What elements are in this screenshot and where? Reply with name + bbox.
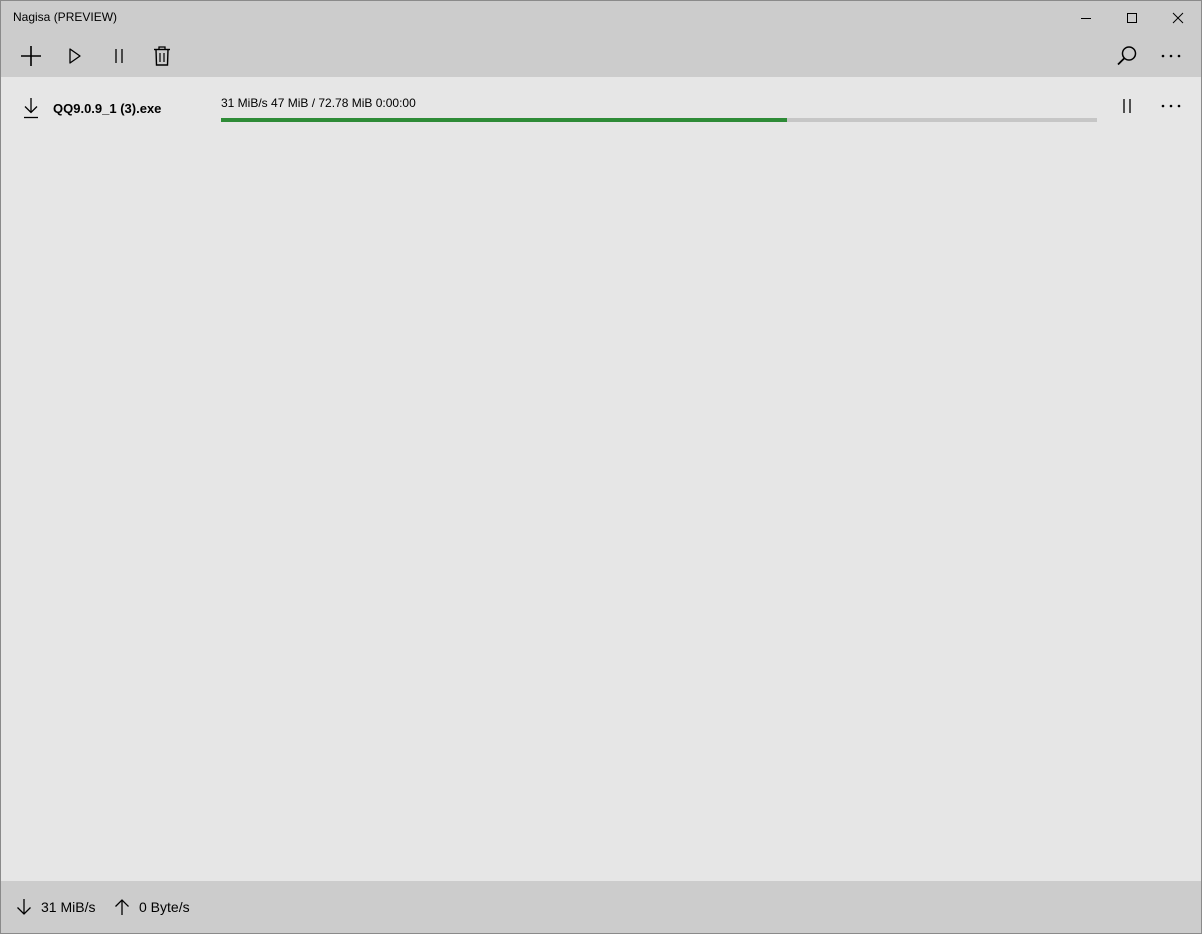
upload-speed-icon — [115, 899, 129, 915]
more-options-button[interactable] — [1149, 34, 1193, 77]
download-speed-icon — [17, 899, 31, 915]
download-list: QQ9.0.9_1 (3).exe 31 MiB/s 47 MiB / 72.7… — [1, 77, 1201, 881]
upload-speed-value: 0 Byte/s — [139, 899, 190, 915]
more-icon — [1161, 104, 1181, 108]
file-name: QQ9.0.9_1 (3).exe — [53, 101, 162, 116]
app-title: Nagisa (PREVIEW) — [13, 10, 118, 24]
search-button[interactable] — [1105, 34, 1149, 77]
close-icon — [1172, 12, 1184, 23]
pause-icon — [1123, 99, 1131, 113]
pause-icon — [115, 48, 123, 63]
item-pause-button[interactable] — [1107, 86, 1147, 126]
status-bar: 31 MiB/s 0 Byte/s — [1, 881, 1201, 933]
maximize-button[interactable] — [1109, 1, 1155, 34]
add-icon — [21, 45, 41, 66]
app-window: Nagisa (PREVIEW) QQ9.0.9_1 (3).exe 31 Mi… — [0, 0, 1202, 934]
close-button[interactable] — [1155, 1, 1201, 34]
download-arrow-icon — [24, 98, 38, 119]
download-status: 31 MiB/s 47 MiB / 72.78 MiB 0:00:00 — [221, 96, 416, 110]
progress-bar — [221, 118, 1097, 122]
minimize-icon — [1081, 17, 1091, 19]
title-bar[interactable]: Nagisa (PREVIEW) — [1, 1, 1201, 34]
add-button[interactable] — [9, 34, 53, 77]
progress-fill — [221, 118, 787, 122]
download-speed: 31 MiB/s — [15, 881, 95, 933]
item-more-button[interactable] — [1151, 86, 1191, 126]
download-speed-value: 31 MiB/s — [41, 899, 96, 915]
delete-button[interactable] — [140, 34, 184, 77]
download-item[interactable]: QQ9.0.9_1 (3).exe 31 MiB/s 47 MiB / 72.7… — [1, 77, 1201, 139]
more-icon — [1161, 54, 1181, 57]
resume-all-button[interactable] — [53, 34, 97, 77]
delete-icon — [154, 45, 170, 66]
minimize-button[interactable] — [1063, 1, 1109, 34]
pause-all-button[interactable] — [97, 34, 141, 77]
play-icon — [69, 47, 81, 64]
command-bar — [1, 34, 1201, 77]
search-icon — [1117, 45, 1137, 65]
upload-speed: 0 Byte/s — [113, 881, 190, 933]
maximize-icon — [1127, 12, 1137, 23]
